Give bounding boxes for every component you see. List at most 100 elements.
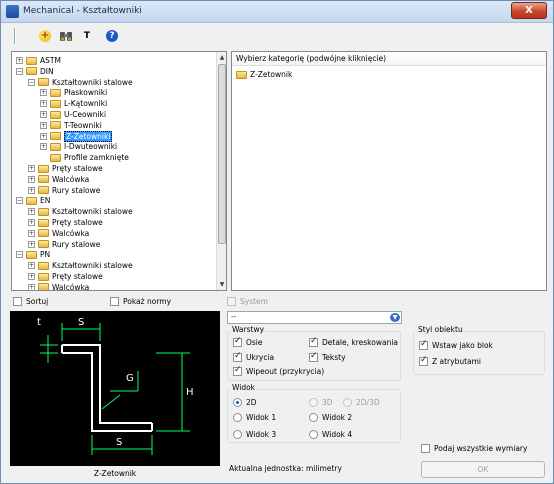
view-2d3d-radio[interactable]: 2D/3D xyxy=(343,398,380,407)
tree-item[interactable]: − EN xyxy=(16,195,50,206)
expand-toggle-icon[interactable]: + xyxy=(40,143,47,151)
view-group-title: Widok xyxy=(231,383,257,392)
tree-item[interactable]: Profile zamknięte xyxy=(40,152,129,163)
expand-toggle-icon[interactable]: − xyxy=(16,197,23,205)
text-tool-button[interactable]: T xyxy=(79,28,95,44)
list-item[interactable]: Z-Zetownik xyxy=(236,70,292,79)
tree-item[interactable]: + Kształtowniki stalowe xyxy=(28,206,133,217)
expand-toggle-icon[interactable]: + xyxy=(28,219,35,226)
view-1-radio-dot[interactable] xyxy=(233,413,242,422)
folder-icon xyxy=(38,207,49,216)
size-combobox[interactable]: -- ▼ xyxy=(227,311,402,324)
tree-item[interactable]: + Pręty stalowe xyxy=(28,271,103,282)
tree-item[interactable]: + Pręty stalowe xyxy=(28,217,103,228)
category-tree[interactable]: + ASTM − DIN − Kształtowniki stalowe + Płaskown… xyxy=(11,51,227,291)
expand-toggle-icon[interactable]: + xyxy=(28,273,35,280)
tree-item[interactable]: + Pręty stalowe xyxy=(28,163,103,174)
tree-item-label: L-Kątowniki xyxy=(64,99,108,109)
expand-toggle-icon[interactable]: + xyxy=(28,175,35,183)
tree-item[interactable]: + T-Teowniki xyxy=(40,120,102,131)
expand-toggle-icon[interactable]: + xyxy=(40,100,47,108)
list-item-label: Z-Zetownik xyxy=(250,70,293,79)
all-dimensions-checkbox[interactable]: Podaj wszystkie wymiary xyxy=(421,444,527,453)
chevron-down-icon[interactable]: ▼ xyxy=(390,313,400,322)
tree-item[interactable]: + Rury stalowe xyxy=(28,239,100,250)
expand-toggle-icon[interactable]: + xyxy=(28,262,35,270)
view-2d-radio-dot[interactable] xyxy=(233,398,242,407)
details-checkbox[interactable]: Detale, kreskowania xyxy=(309,336,398,347)
expand-toggle-icon[interactable]: + xyxy=(28,165,35,172)
expand-toggle-icon[interactable]: + xyxy=(28,283,35,290)
wipeout-check-box[interactable] xyxy=(233,365,242,376)
expand-toggle-icon[interactable]: + xyxy=(40,89,47,97)
all-dimensions-check-box[interactable] xyxy=(421,444,430,453)
tree-item[interactable]: + Rury stalowe xyxy=(28,185,100,196)
help-button[interactable]: ? xyxy=(104,28,120,44)
tree-item[interactable]: + Walcówka xyxy=(28,282,89,290)
expand-toggle-icon[interactable]: + xyxy=(28,186,35,194)
tree-item[interactable]: + Walcówka xyxy=(28,174,89,185)
tree-item[interactable]: − DIN xyxy=(16,66,54,77)
tree-item[interactable]: + Walcówka xyxy=(28,228,89,239)
tree-scrollbar[interactable]: ▲ ▼ xyxy=(216,52,226,290)
with-attributes-checkbox[interactable]: Z atrybutami xyxy=(419,355,481,366)
tree-item[interactable]: − PN xyxy=(16,249,50,260)
expand-toggle-icon[interactable]: − xyxy=(16,251,23,259)
view-3-radio[interactable]: Widok 3 xyxy=(233,430,276,439)
expand-toggle-icon[interactable]: + xyxy=(40,111,47,118)
view-3d-radio-dot[interactable] xyxy=(309,398,318,407)
tree-item[interactable]: + Z-Zetowniki xyxy=(40,130,113,142)
add-button[interactable]: + xyxy=(37,28,53,44)
insert-as-block-check-box[interactable] xyxy=(419,339,428,350)
scroll-down-icon[interactable]: ▼ xyxy=(218,280,226,289)
view-2-radio-dot[interactable] xyxy=(309,413,318,422)
insert-as-block-checkbox[interactable]: Wstaw jako blok xyxy=(419,339,493,350)
show-norms-check-box[interactable] xyxy=(110,297,119,306)
view-2d-radio[interactable]: 2D xyxy=(233,398,257,407)
expand-toggle-icon[interactable]: + xyxy=(40,132,47,140)
tree-item[interactable]: + L-Kątowniki xyxy=(40,98,107,109)
find-button[interactable] xyxy=(58,28,74,44)
details-check-box[interactable] xyxy=(309,336,318,347)
sort-checkbox[interactable]: Sortuj xyxy=(13,297,48,306)
texts-check-box[interactable] xyxy=(309,351,318,362)
expand-toggle-icon[interactable]: + xyxy=(28,240,35,248)
ok-button[interactable]: OK xyxy=(421,461,545,478)
expand-toggle-icon[interactable]: + xyxy=(40,121,47,129)
scroll-up-icon[interactable]: ▲ xyxy=(218,53,226,62)
texts-checkbox[interactable]: Teksty xyxy=(309,351,346,362)
tree-item[interactable]: + ASTM xyxy=(16,55,61,66)
expand-toggle-icon[interactable]: + xyxy=(28,229,35,237)
axes-check-box[interactable] xyxy=(233,336,242,347)
view-2d3d-radio-dot[interactable] xyxy=(343,398,352,407)
view-4-radio[interactable]: Widok 4 xyxy=(309,430,352,439)
sort-check-box[interactable] xyxy=(13,297,22,306)
tree-item[interactable]: + I-Dwuteowniki xyxy=(40,141,117,152)
hidden-check-box[interactable] xyxy=(233,351,242,362)
tree-item[interactable]: + U-Ceowniki xyxy=(40,109,106,120)
show-norms-checkbox[interactable]: Pokaż normy xyxy=(110,297,171,306)
view-1-radio[interactable]: Widok 1 xyxy=(233,413,276,422)
view-3d-radio[interactable]: 3D xyxy=(309,398,333,407)
view-3-radio-dot[interactable] xyxy=(233,430,242,439)
hidden-checkbox[interactable]: Ukrycia xyxy=(233,351,274,362)
close-button[interactable]: X xyxy=(511,2,547,19)
system-checkbox[interactable]: System xyxy=(227,297,268,306)
expand-toggle-icon[interactable]: − xyxy=(28,78,35,86)
expand-toggle-icon[interactable]: + xyxy=(28,208,35,216)
expand-toggle-icon[interactable]: − xyxy=(16,67,23,75)
folder-icon xyxy=(38,229,49,238)
expand-toggle-icon[interactable]: + xyxy=(16,57,23,64)
wipeout-checkbox[interactable]: Wipeout (przykrycia) xyxy=(233,365,324,376)
axes-checkbox[interactable]: Osie xyxy=(233,336,263,347)
with-attributes-check-box[interactable] xyxy=(419,355,428,366)
view-4-radio-dot[interactable] xyxy=(309,430,318,439)
system-check-box[interactable] xyxy=(227,297,236,306)
tree-item[interactable]: − Kształtowniki stalowe xyxy=(28,77,133,88)
view-2-radio[interactable]: Widok 2 xyxy=(309,413,352,422)
tree-item[interactable]: + Kształtowniki stalowe xyxy=(28,260,133,271)
scroll-thumb[interactable] xyxy=(218,64,226,244)
tree-item[interactable]: + Płaskowniki xyxy=(40,87,107,98)
category-list[interactable]: Wybierz kategorię (podwójne kliknięcie) … xyxy=(231,51,547,291)
plus-icon: + xyxy=(39,30,51,42)
